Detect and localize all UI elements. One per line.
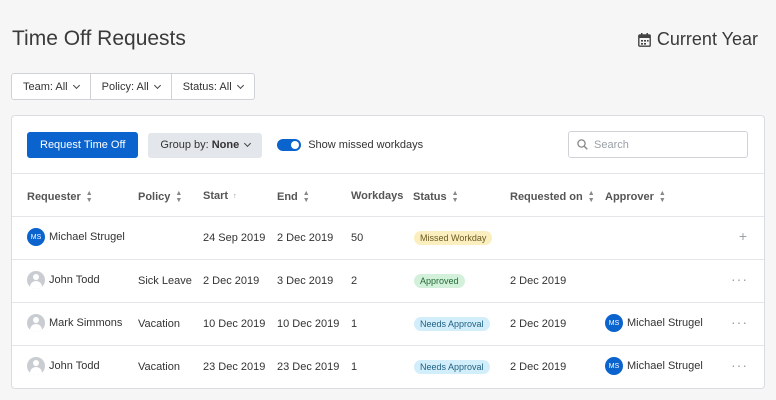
col-end-label: End: [277, 191, 298, 203]
col-end[interactable]: End ▲ ▼: [277, 190, 310, 204]
search-box: [568, 131, 748, 158]
table-row[interactable]: John Todd Sick Leave 2 Dec 2019 3 Dec 20…: [12, 260, 764, 303]
policy-cell: Vacation: [138, 361, 180, 373]
col-requester[interactable]: Requester ▲ ▼: [27, 190, 93, 204]
approver-name: Michael Strugel: [627, 317, 703, 329]
filter-status[interactable]: Status: All: [172, 74, 254, 99]
chevron-down-icon: [236, 81, 244, 89]
sort-asc-icon: ↑: [233, 192, 237, 200]
toolbar: Request Time Off Group by: None Show mis…: [27, 132, 423, 158]
period-label: Current Year: [656, 29, 758, 49]
filter-status-label: Status: All: [182, 80, 232, 93]
chevron-down-icon: [244, 139, 252, 148]
requester: MS Michael Strugel: [27, 228, 125, 246]
start-cell: 24 Sep 2019: [203, 232, 266, 244]
start-cell: 23 Dec 2019: [203, 361, 266, 373]
col-status-label: Status: [413, 191, 447, 203]
policy-cell: Sick Leave: [138, 275, 192, 287]
avatar: MS: [605, 314, 623, 332]
sort-icon: ▲ ▼: [85, 190, 93, 204]
workdays-cell: 50: [351, 232, 364, 244]
group-by-dropdown[interactable]: Group by: None: [148, 132, 263, 158]
period-selector[interactable]: Current Year: [638, 29, 758, 50]
table-row[interactable]: MS Michael Strugel 24 Sep 2019 2 Dec 201…: [12, 217, 764, 260]
chevron-down-icon: [153, 81, 161, 89]
col-start-label: Start: [203, 190, 229, 202]
end-cell: 23 Dec 2019: [277, 361, 340, 373]
status-badge: Needs Approval: [414, 317, 490, 331]
group-by-value: None: [211, 139, 240, 151]
sort-icon: ▲ ▼: [175, 190, 183, 204]
more-icon[interactable]: ···: [731, 357, 748, 373]
sort-icon: ▲ ▼: [302, 190, 310, 204]
table-header: Requester ▲ ▼ Policy ▲ ▼ Start ↑ End ▲ ▼ Wo…: [12, 173, 764, 217]
col-workdays: Workdays: [351, 190, 403, 202]
col-approver-label: Approver: [605, 191, 654, 203]
requester: John Todd: [27, 357, 100, 375]
chevron-down-icon: [72, 81, 80, 89]
avatar: MS: [605, 357, 623, 375]
group-by-prefix: Group by:: [160, 139, 209, 151]
more-icon[interactable]: ···: [731, 314, 748, 330]
requester-name: John Todd: [49, 274, 100, 286]
avatar-placeholder-icon: [27, 357, 45, 375]
filter-team[interactable]: Team: All: [12, 74, 91, 99]
calendar-icon: [638, 32, 651, 47]
approver-name: Michael Strugel: [627, 360, 703, 372]
col-requested-on[interactable]: Requested on ▲ ▼: [510, 190, 595, 204]
end-cell: 10 Dec 2019: [277, 318, 340, 330]
start-cell: 10 Dec 2019: [203, 318, 266, 330]
end-cell: 2 Dec 2019: [277, 232, 334, 244]
page-title: Time Off Requests: [12, 27, 186, 50]
col-workdays-label: Workdays: [351, 190, 404, 202]
approver: MS Michael Strugel: [605, 357, 703, 375]
avatar-placeholder-icon: [27, 271, 45, 289]
end-cell: 3 Dec 2019: [277, 275, 334, 287]
requester-name: Mark Simmons: [49, 317, 123, 329]
col-requester-label: Requester: [27, 191, 81, 203]
sort-icon: ▲ ▼: [451, 190, 459, 204]
missed-workdays-toggle-wrap: Show missed workdays: [277, 139, 423, 151]
search-input[interactable]: [594, 138, 734, 151]
requester-name: Michael Strugel: [49, 231, 125, 243]
policy-cell: Vacation: [138, 318, 180, 330]
requester-name: John Todd: [49, 360, 100, 372]
requested-on-cell: 2 Dec 2019: [510, 361, 567, 373]
add-icon[interactable]: +: [739, 228, 748, 244]
col-approver[interactable]: Approver ▲ ▼: [605, 190, 666, 204]
missed-workdays-label: Show missed workdays: [308, 139, 424, 151]
table-row[interactable]: Mark Simmons Vacation 10 Dec 2019 10 Dec…: [12, 303, 764, 346]
workdays-cell: 1: [351, 318, 358, 330]
missed-workdays-toggle[interactable]: [277, 139, 302, 151]
status-badge: Missed Workday: [414, 231, 493, 245]
col-policy[interactable]: Policy ▲ ▼: [138, 190, 182, 204]
avatar: MS: [27, 228, 45, 246]
avatar-placeholder-icon: [27, 314, 45, 332]
sort-icon: ▲ ▼: [587, 190, 595, 204]
status-badge: Needs Approval: [414, 360, 490, 374]
search-icon: [577, 139, 588, 150]
approver: MS Michael Strugel: [605, 314, 703, 332]
requests-card: Request Time Off Group by: None Show mis…: [11, 115, 765, 389]
filter-policy-label: Policy: All: [101, 80, 149, 93]
filter-policy[interactable]: Policy: All: [91, 74, 172, 99]
col-status[interactable]: Status ▲ ▼: [413, 190, 459, 204]
filter-bar: Team: All Policy: All Status: All: [11, 73, 255, 100]
request-time-off-button[interactable]: Request Time Off: [27, 132, 139, 158]
requested-on-cell: 2 Dec 2019: [510, 318, 567, 330]
sort-icon: ▲ ▼: [658, 190, 666, 204]
requested-on-cell: 2 Dec 2019: [510, 275, 567, 287]
requester: John Todd: [27, 271, 100, 289]
col-requested-on-label: Requested on: [510, 191, 583, 203]
col-start[interactable]: Start ↑: [203, 190, 237, 202]
col-policy-label: Policy: [138, 191, 171, 203]
requester: Mark Simmons: [27, 314, 122, 332]
start-cell: 2 Dec 2019: [203, 275, 260, 287]
table-row[interactable]: John Todd Vacation 23 Dec 2019 23 Dec 20…: [12, 346, 764, 389]
more-icon[interactable]: ···: [731, 271, 748, 287]
filter-team-label: Team: All: [23, 80, 68, 93]
status-badge: Approved: [414, 274, 465, 288]
workdays-cell: 1: [351, 361, 358, 373]
workdays-cell: 2: [351, 275, 358, 287]
